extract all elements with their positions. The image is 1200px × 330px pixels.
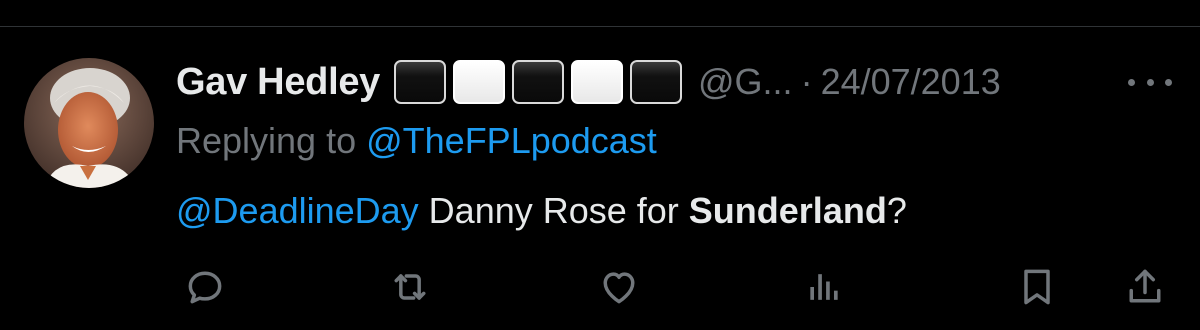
white-square-emoji: [453, 60, 505, 104]
tweet-header: Gav Hedley @G... · 24/07/2013: [176, 56, 1001, 108]
tweet-mention[interactable]: @DeadlineDay: [176, 190, 419, 231]
separator-dot: ·: [800, 61, 813, 102]
replying-to-line: Replying to @TheFPLpodcast: [176, 120, 657, 162]
replying-to-label: Replying to: [176, 120, 367, 161]
share-icon[interactable]: [1120, 262, 1170, 312]
more-options-icon[interactable]: [1128, 64, 1172, 100]
avatar[interactable]: [24, 58, 154, 188]
bookmark-icon[interactable]: [1012, 262, 1062, 312]
tweet-date[interactable]: 24/07/2013: [821, 61, 1001, 103]
avatar-image: [24, 58, 154, 188]
tweet-text: @DeadlineDay Danny Rose for Sunderland?: [176, 190, 907, 232]
user-handle[interactable]: @G...: [698, 61, 793, 103]
top-divider: [0, 26, 1200, 27]
replying-to-mention[interactable]: @TheFPLpodcast: [366, 120, 657, 161]
name-emoji-flag: [394, 60, 682, 104]
display-name[interactable]: Gav Hedley: [176, 61, 380, 104]
dot: [1165, 78, 1172, 86]
like-icon[interactable]: [594, 262, 644, 312]
white-square-emoji: [571, 60, 623, 104]
tweet-text-end: ?: [886, 190, 907, 231]
tweet-text-middle: Danny Rose for: [418, 190, 689, 231]
black-square-emoji: [394, 60, 446, 104]
reply-icon[interactable]: [180, 262, 230, 312]
tweet-text-bold: Sunderland: [688, 190, 887, 231]
black-square-emoji: [630, 60, 682, 104]
retweet-icon[interactable]: [385, 262, 435, 312]
black-square-emoji: [512, 60, 564, 104]
dot: [1146, 78, 1154, 86]
action-bar: [0, 262, 1200, 312]
dot: [1128, 78, 1135, 86]
views-icon[interactable]: [800, 262, 850, 312]
